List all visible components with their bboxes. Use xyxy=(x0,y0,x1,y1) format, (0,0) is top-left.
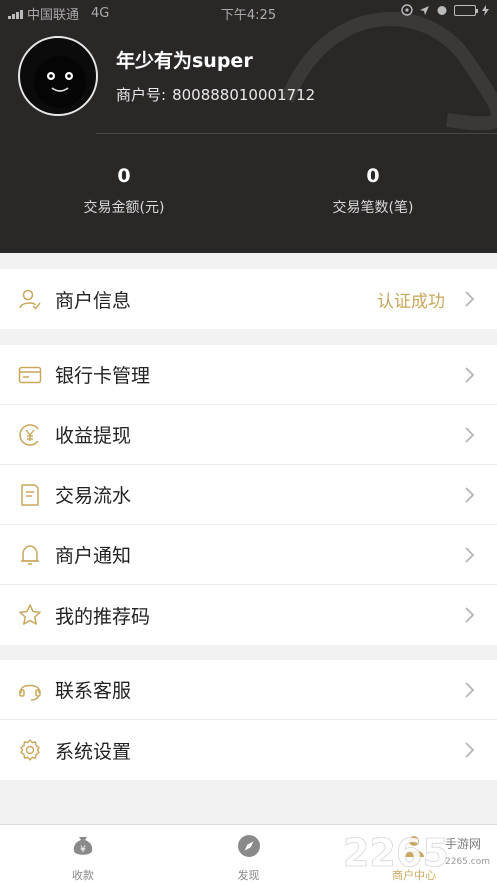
bank-card-icon xyxy=(18,366,42,384)
menu-item-transactions[interactable]: 交易流水 xyxy=(0,465,497,525)
menu-item-referral-code[interactable]: 我的推荐码 xyxy=(0,585,497,645)
bell-icon xyxy=(21,545,39,565)
chevron-right-icon xyxy=(465,291,475,307)
chevron-right-icon xyxy=(465,487,475,503)
chevron-right-icon xyxy=(465,742,475,758)
stat-count: 0 交易笔数(笔) xyxy=(273,165,473,217)
battery-icon xyxy=(454,4,478,16)
svg-text:2265.com: 2265.com xyxy=(445,857,490,867)
menu-item-customer-service[interactable]: 联系客服 xyxy=(0,660,497,720)
username: 年少有为super xyxy=(116,50,253,72)
stat-amount-label: 交易金额(元) xyxy=(83,200,165,216)
chevron-right-icon xyxy=(465,427,475,443)
tab-label: 发现 xyxy=(237,869,260,882)
verification-status: 认证成功 xyxy=(377,291,445,312)
chevron-right-icon xyxy=(465,607,475,623)
alarm-icon xyxy=(437,6,447,15)
menu-item-notifications[interactable]: 商户通知 xyxy=(0,525,497,585)
money-bag-icon: ¥ xyxy=(73,837,93,855)
merchant-number: 商户号: 800888010001712 xyxy=(116,84,315,105)
chevron-right-icon xyxy=(465,547,475,563)
menu-item-withdraw[interactable]: 收益提现 xyxy=(0,405,497,465)
profile-header: 中国联通 4G 下午4:25 年少有为super 商户号: 80088801000… xyxy=(0,0,497,253)
menu-item-label: 银行卡管理 xyxy=(55,365,151,387)
tab-discover[interactable]: 发现 xyxy=(166,825,332,883)
menu-item-bank-card[interactable]: 银行卡管理 xyxy=(0,345,497,405)
yen-coin-icon xyxy=(19,424,39,446)
watermark-logo: 2265 手游网 2265.com xyxy=(343,831,490,876)
user-check-icon xyxy=(19,289,41,310)
chevron-right-icon xyxy=(465,682,475,698)
menu-item-label: 收益提现 xyxy=(55,425,132,447)
tab-label: 收款 xyxy=(71,869,94,882)
tab-receive-payment[interactable]: ¥ 收款 xyxy=(0,825,166,883)
header-divider xyxy=(96,133,497,134)
menu-item-label: 我的推荐码 xyxy=(55,605,151,628)
charging-icon xyxy=(482,4,489,16)
merchant-number-label: 商户号: xyxy=(116,86,167,104)
star-icon xyxy=(19,604,41,625)
stat-count-label: 交易笔数(笔) xyxy=(332,200,414,216)
menu-item-label: 商户通知 xyxy=(55,545,132,567)
lock-rotation-icon xyxy=(401,4,413,16)
avatar[interactable] xyxy=(18,36,98,116)
location-icon xyxy=(420,5,429,15)
document-icon xyxy=(21,484,39,506)
chevron-right-icon xyxy=(465,367,475,383)
avatar-face-icon xyxy=(34,56,86,108)
menu-group-finance: 银行卡管理 收益提现 交易流水 商户通知 我的推荐码 xyxy=(0,345,497,645)
svg-text:2265: 2265 xyxy=(343,831,449,875)
menu-group-support: 联系客服 系统设置 xyxy=(0,660,497,780)
menu-group-merchant: 商户信息 认证成功 xyxy=(0,269,497,329)
stat-count-value: 0 xyxy=(366,165,380,187)
compass-icon xyxy=(237,835,260,857)
menu-item-label: 联系客服 xyxy=(55,680,132,702)
svg-text:¥: ¥ xyxy=(80,845,86,855)
menu-item-settings[interactable]: 系统设置 xyxy=(0,720,497,780)
menu-item-label: 交易流水 xyxy=(55,485,132,507)
menu-item-label: 商户信息 xyxy=(55,289,132,312)
headset-icon xyxy=(19,684,41,701)
stat-amount: 0 交易金额(元) xyxy=(24,165,224,217)
menu-item-label: 系统设置 xyxy=(55,740,132,763)
menu-item-merchant-info[interactable]: 商户信息 认证成功 xyxy=(0,269,497,329)
status-bar: 中国联通 4G 下午4:25 xyxy=(0,0,497,24)
gear-icon xyxy=(20,739,40,761)
svg-text:手游网: 手游网 xyxy=(445,837,481,851)
merchant-number-value: 800888010001712 xyxy=(172,86,316,104)
stat-amount-value: 0 xyxy=(117,165,131,187)
